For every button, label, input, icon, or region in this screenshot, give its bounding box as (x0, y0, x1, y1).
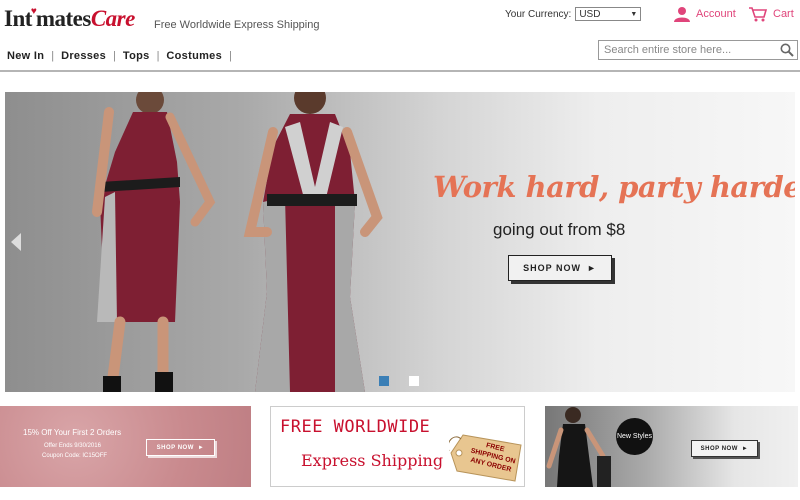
nav-separator: | (229, 50, 232, 62)
nav-item-tops[interactable]: Tops (116, 50, 157, 62)
chevron-down-icon: ▼ (630, 10, 638, 18)
currency-label: Your Currency: (505, 8, 572, 20)
account-link[interactable]: Account (674, 6, 736, 22)
site-logo[interactable]: Int ♥ mates Care (4, 6, 135, 34)
search-input[interactable] (599, 41, 777, 59)
play-arrow-icon: ► (586, 263, 597, 273)
shipping-banner-title: FREE WORLDWIDE (280, 417, 431, 437)
person-icon (674, 7, 690, 22)
search-box (598, 40, 798, 60)
styles-button-label: SHOP NOW (700, 445, 738, 452)
currency-dropdown[interactable]: USD ▼ (575, 7, 642, 21)
slide-dot-active[interactable] (379, 376, 389, 386)
shopping-cart-icon (749, 7, 768, 22)
new-styles-banner[interactable]: New Styles SHOP NOW ► (545, 406, 798, 487)
promo-shop-now-button[interactable]: SHOP NOW ► (146, 439, 215, 456)
main-nav: New In | Dresses | Tops | Costumes | (0, 50, 232, 62)
hero-slider[interactable]: Work hard, party harder! going out from … (5, 92, 795, 392)
currency-selector: Your Currency: USD ▼ (505, 7, 642, 21)
nav-item-costumes[interactable]: Costumes (159, 50, 229, 62)
currency-value: USD (579, 8, 601, 20)
logo-text-part1: Int (4, 6, 32, 31)
cart-label: Cart (773, 8, 794, 20)
hero-subline: going out from $8 (493, 220, 626, 239)
new-styles-badge: New Styles (616, 418, 653, 455)
header-divider (0, 70, 800, 72)
cart-link[interactable]: Cart (748, 6, 794, 22)
hero-headline: Work hard, party harder! (433, 170, 795, 204)
magnifier-icon (780, 43, 794, 57)
hero-shop-now-button[interactable]: SHOP NOW ► (508, 255, 612, 281)
slide-dot[interactable] (409, 376, 419, 386)
hero-models-image (92, 92, 383, 392)
promo-offer-ends: Offer Ends 9/30/2016 (44, 443, 101, 449)
search-button[interactable] (777, 41, 797, 59)
play-arrow-icon: ► (197, 444, 205, 451)
play-arrow-icon: ► (741, 445, 749, 452)
free-shipping-banner[interactable]: FREE WORLDWIDE Express Shipping FREE SHI… (270, 406, 525, 487)
shipping-banner-subtitle: Express Shipping (301, 451, 444, 470)
styles-shop-now-button[interactable]: SHOP NOW ► (691, 440, 758, 457)
shipping-tagline: Free Worldwide Express Shipping (154, 19, 320, 31)
logo-text-part3: Care (90, 6, 136, 31)
arrow-left-icon[interactable] (10, 232, 22, 252)
promo-title: 15% Off Your First 2 Orders (23, 428, 122, 437)
promo-banner[interactable]: 15% Off Your First 2 Orders Offer Ends 9… (0, 406, 251, 487)
promo-button-label: SHOP NOW (156, 444, 194, 451)
nav-item-dresses[interactable]: Dresses (54, 50, 113, 62)
promo-coupon-code: Coupon Code: IC15OFF (42, 453, 108, 459)
nav-item-new-in[interactable]: New In (0, 50, 51, 62)
logo-text-part2: mates (35, 6, 91, 31)
model-image (546, 407, 611, 487)
heart-icon: ♥ (30, 6, 37, 17)
hero-button-label: SHOP NOW (523, 263, 581, 273)
account-label: Account (696, 8, 736, 20)
site-header: Int ♥ mates Care Free Worldwide Express … (0, 0, 800, 72)
